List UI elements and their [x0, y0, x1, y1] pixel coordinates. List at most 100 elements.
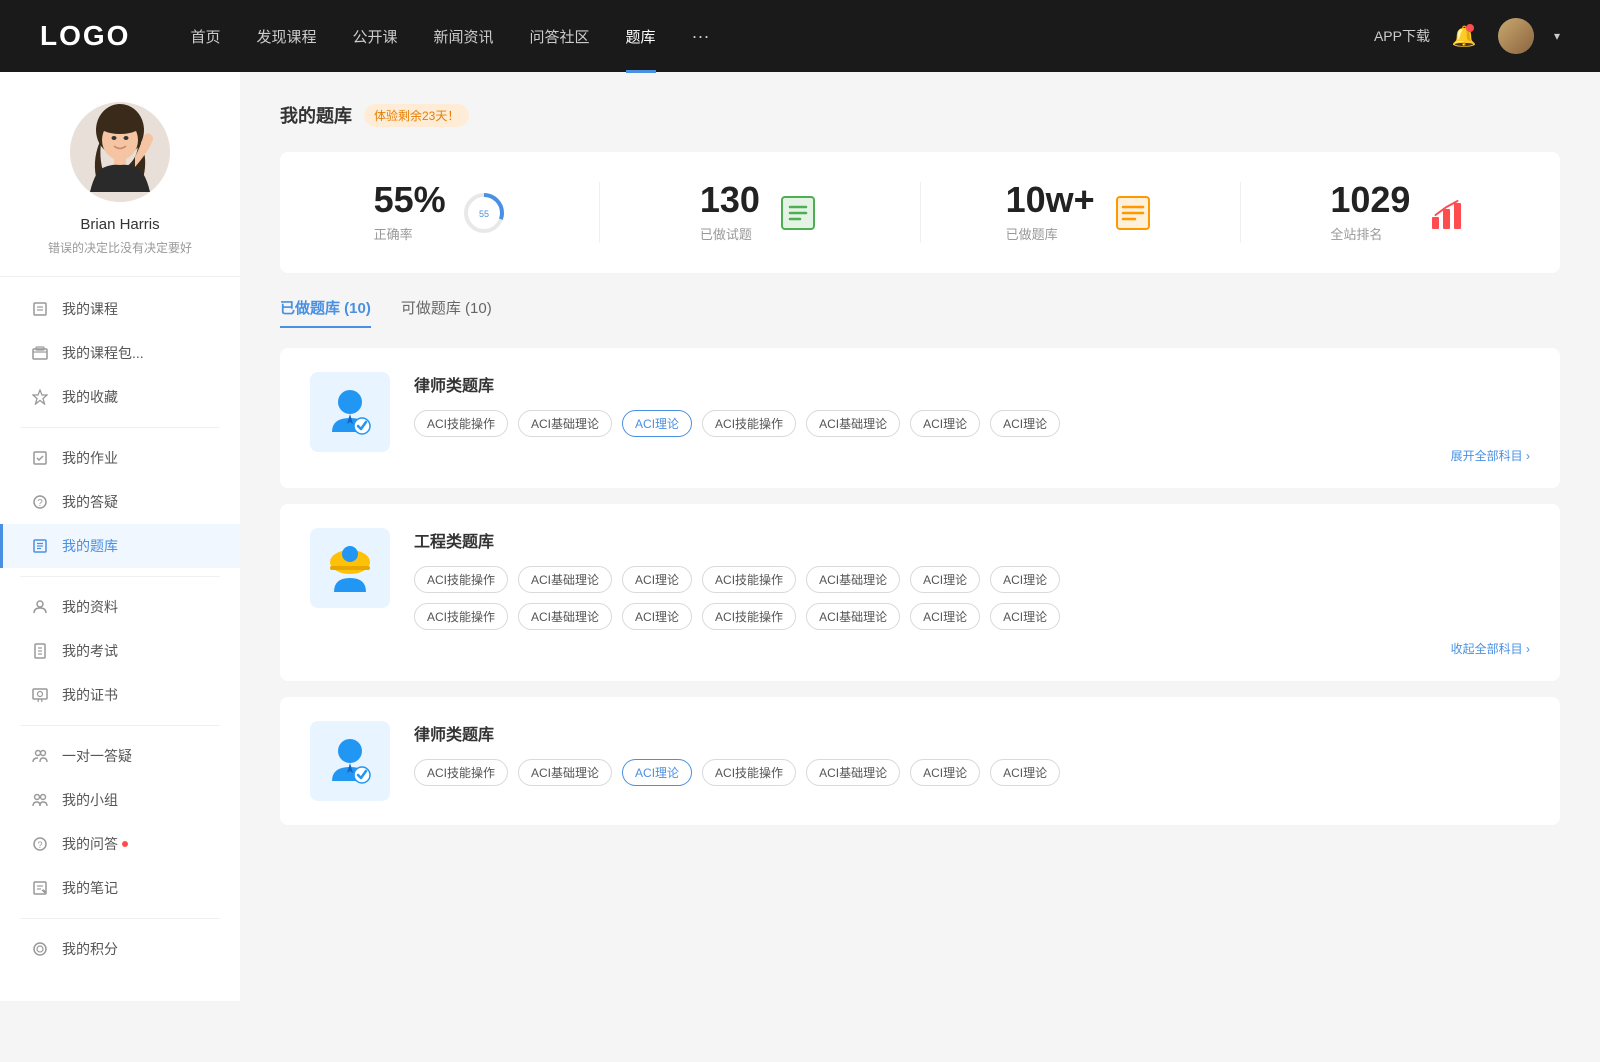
sidebar-item-label: 我的课程包... [62, 343, 144, 363]
tag[interactable]: ACI理论 [622, 603, 692, 630]
tag[interactable]: ACI理论 [622, 566, 692, 593]
course-pack-icon [30, 343, 50, 363]
unread-dot [122, 841, 128, 847]
qbank-icon-engineer [310, 528, 390, 608]
tag[interactable]: ACI基础理论 [518, 566, 612, 593]
sidebar-item-my-qa[interactable]: ? 我的问答 [0, 822, 240, 866]
stats-row: 55% 正确率 55 130 已做试题 [280, 152, 1560, 273]
sidebar-menu: 我的课程 我的课程包... 我的收藏 我的作业 [0, 277, 240, 981]
notification-bell[interactable]: 🔔 [1450, 22, 1478, 50]
collapse-link-engineer[interactable]: 收起全部科目 › [414, 640, 1530, 657]
notes-icon [30, 878, 50, 898]
navbar: LOGO 首页 发现课程 公开课 新闻资讯 问答社区 题库 ··· APP下载 … [0, 0, 1600, 72]
sidebar-item-label: 我的证书 [62, 685, 118, 705]
avatar[interactable] [1498, 18, 1534, 54]
sidebar-item-tutor[interactable]: 一对一答疑 [0, 734, 240, 778]
profile-avatar [70, 102, 170, 202]
chevron-down-icon[interactable]: ▾ [1554, 29, 1560, 43]
stat-label: 已做试题 [700, 224, 760, 243]
stat-value: 55% [374, 182, 446, 218]
profile-name: Brian Harris [80, 216, 159, 233]
sidebar-divider [20, 918, 220, 919]
sidebar-profile: Brian Harris 错误的决定比没有决定要好 [0, 72, 240, 277]
tags-row-lawyer-1: ACI技能操作 ACI基础理论 ACI理论 ACI技能操作 ACI基础理论 AC… [414, 410, 1530, 437]
nav-qbank[interactable]: 题库 [626, 26, 656, 47]
qbank-card-lawyer-1: 律师类题库 ACI技能操作 ACI基础理论 ACI理论 ACI技能操作 ACI基… [280, 348, 1560, 488]
group-icon [30, 790, 50, 810]
tag[interactable]: ACI技能操作 [702, 410, 796, 437]
stat-text: 10w+ 已做题库 [1006, 182, 1095, 243]
sidebar-item-homework[interactable]: 我的作业 [0, 436, 240, 480]
sidebar-item-points[interactable]: 我的积分 [0, 927, 240, 971]
sidebar-divider [20, 576, 220, 577]
svg-text:?: ? [37, 498, 43, 509]
avatar-image [1498, 18, 1534, 54]
stat-value: 1029 [1330, 182, 1410, 218]
tag[interactable]: ACI基础理论 [806, 410, 900, 437]
sidebar-item-label: 我的答疑 [62, 492, 118, 512]
tag[interactable]: ACI技能操作 [702, 759, 796, 786]
stat-text: 55% 正确率 [374, 182, 446, 243]
sidebar-item-label: 我的资料 [62, 597, 118, 617]
tag[interactable]: ACI技能操作 [414, 759, 508, 786]
sidebar-item-course-pack[interactable]: 我的课程包... [0, 331, 240, 375]
tag[interactable]: ACI基础理论 [518, 410, 612, 437]
tag[interactable]: ACI技能操作 [414, 566, 508, 593]
profile-avatar-image [70, 102, 170, 202]
tag[interactable]: ACI基础理论 [806, 566, 900, 593]
sidebar-item-questions[interactable]: ? 我的答疑 [0, 480, 240, 524]
tag[interactable]: ACI技能操作 [702, 603, 796, 630]
qbank-title-engineer: 工程类题库 [414, 528, 1530, 552]
nav-news[interactable]: 新闻资讯 [434, 26, 494, 47]
tag[interactable]: ACI基础理论 [518, 603, 612, 630]
sidebar-item-notes[interactable]: 我的笔记 [0, 866, 240, 910]
tag[interactable]: ACI理论 [990, 410, 1060, 437]
tag[interactable]: ACI技能操作 [414, 410, 508, 437]
page-header: 我的题库 体验剩余23天！ [280, 102, 1560, 128]
qbank-body-lawyer-2: 律师类题库 ACI技能操作 ACI基础理论 ACI理论 ACI技能操作 ACI基… [414, 721, 1530, 796]
tag[interactable]: ACI基础理论 [806, 759, 900, 786]
tag[interactable]: ACI理论 [910, 603, 980, 630]
app-download-button[interactable]: APP下载 [1374, 26, 1430, 46]
nav-qa[interactable]: 问答社区 [530, 26, 590, 47]
tag[interactable]: ACI基础理论 [518, 759, 612, 786]
logo[interactable]: LOGO [40, 20, 130, 52]
tab-available-banks[interactable]: 可做题库 (10) [401, 297, 492, 328]
stat-text: 1029 全站排名 [1330, 182, 1410, 243]
tag-active[interactable]: ACI理论 [622, 410, 692, 437]
nav-more[interactable]: ··· [692, 26, 710, 47]
sidebar-item-profile[interactable]: 我的资料 [0, 585, 240, 629]
sidebar-item-qbank[interactable]: 我的题库 [0, 524, 240, 568]
tag[interactable]: ACI基础理论 [806, 603, 900, 630]
nav-discover[interactable]: 发现课程 [256, 26, 316, 47]
tab-row: 已做题库 (10) 可做题库 (10) [280, 297, 1560, 328]
sidebar-item-exam[interactable]: 我的考试 [0, 629, 240, 673]
sidebar-item-group[interactable]: 我的小组 [0, 778, 240, 822]
tag[interactable]: ACI理论 [910, 566, 980, 593]
stat-text: 130 已做试题 [700, 182, 760, 243]
nav-open[interactable]: 公开课 [352, 26, 397, 47]
stat-value: 10w+ [1006, 182, 1095, 218]
tutor-icon [30, 746, 50, 766]
tag[interactable]: ACI技能操作 [702, 566, 796, 593]
tag[interactable]: ACI理论 [990, 566, 1060, 593]
sidebar-item-certificate[interactable]: 我的证书 [0, 673, 240, 717]
tag-active[interactable]: ACI理论 [622, 759, 692, 786]
nav-right: APP下载 🔔 ▾ [1374, 18, 1560, 54]
tab-done-banks[interactable]: 已做题库 (10) [280, 297, 371, 328]
nav-home[interactable]: 首页 [190, 26, 220, 47]
tag[interactable]: ACI理论 [910, 410, 980, 437]
profile-motto: 错误的决定比没有决定要好 [48, 239, 192, 256]
tag[interactable]: ACI技能操作 [414, 603, 508, 630]
stat-label: 正确率 [374, 224, 446, 243]
sidebar-item-favorites[interactable]: 我的收藏 [0, 375, 240, 419]
tags-row-lawyer-2: ACI技能操作 ACI基础理论 ACI理论 ACI技能操作 ACI基础理论 AC… [414, 759, 1530, 786]
expand-link-lawyer-1[interactable]: 展开全部科目 › [414, 447, 1530, 464]
sidebar-item-course[interactable]: 我的课程 [0, 287, 240, 331]
tag[interactable]: ACI理论 [910, 759, 980, 786]
done-banks-icon [1111, 191, 1155, 235]
tag[interactable]: ACI理论 [990, 759, 1060, 786]
tag[interactable]: ACI理论 [990, 603, 1060, 630]
main-content: 我的题库 体验剩余23天！ 55% 正确率 55 [240, 72, 1600, 1001]
page-layout: Brian Harris 错误的决定比没有决定要好 我的课程 我的课程包... [0, 72, 1600, 1001]
